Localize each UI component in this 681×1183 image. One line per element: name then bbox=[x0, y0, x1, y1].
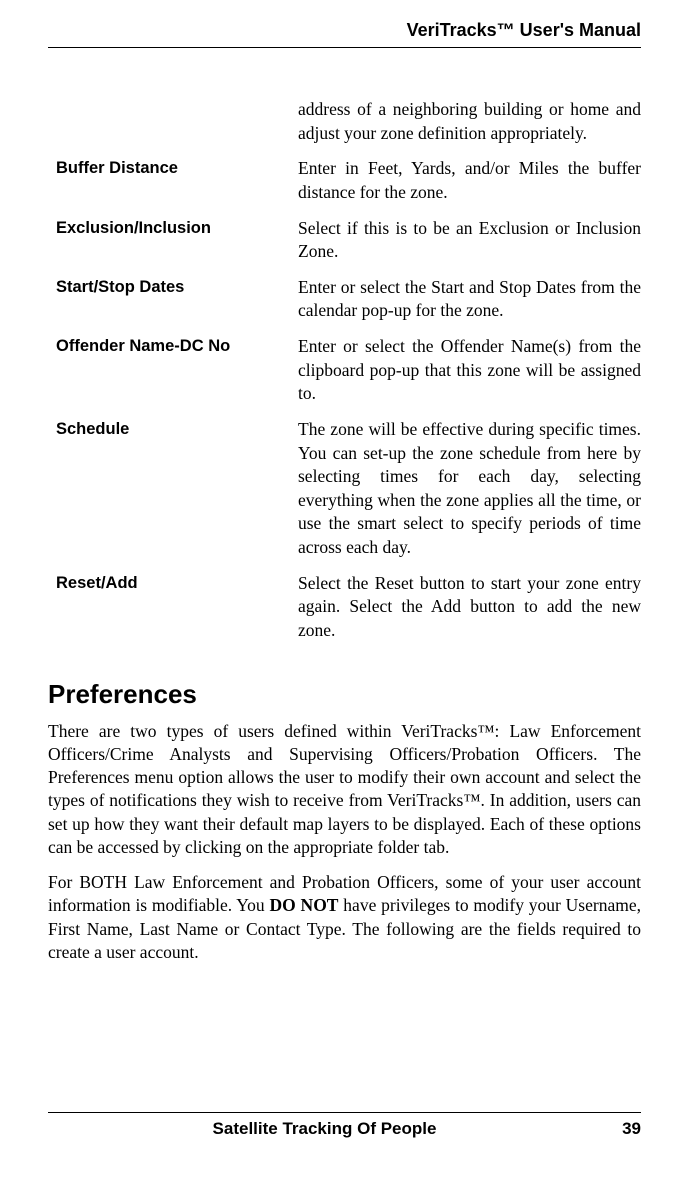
def-desc: Select if this is to be an Exclusion or … bbox=[298, 217, 641, 264]
def-desc: Enter in Feet, Yards, and/or Miles the b… bbox=[298, 157, 641, 204]
definitions-table: address of a neighboring building or hom… bbox=[48, 98, 641, 643]
table-row: Start/Stop Dates Enter or select the Sta… bbox=[48, 276, 641, 323]
def-term: Exclusion/Inclusion bbox=[48, 217, 298, 239]
bold-text: DO NOT bbox=[269, 895, 338, 915]
table-row: Offender Name-DC No Enter or select the … bbox=[48, 335, 641, 406]
def-term: Buffer Distance bbox=[48, 157, 298, 179]
footer-center-text: Satellite Tracking Of People bbox=[48, 1119, 601, 1139]
def-desc: The zone will be effective during specif… bbox=[298, 418, 641, 560]
table-row: Reset/Add Select the Reset button to sta… bbox=[48, 572, 641, 643]
def-desc: Enter or select the Offender Name(s) fro… bbox=[298, 335, 641, 406]
page-header: VeriTracks™ User's Manual bbox=[48, 20, 641, 48]
def-desc: Select the Reset button to start your zo… bbox=[298, 572, 641, 643]
body-paragraph: For BOTH Law Enforcement and Probation O… bbox=[48, 871, 641, 964]
table-row: Exclusion/Inclusion Select if this is to… bbox=[48, 217, 641, 264]
def-term: Schedule bbox=[48, 418, 298, 440]
def-term: Offender Name-DC No bbox=[48, 335, 298, 357]
def-term: Start/Stop Dates bbox=[48, 276, 298, 298]
page-footer: Satellite Tracking Of People 39 bbox=[48, 1112, 641, 1139]
body-paragraph: There are two types of users defined wit… bbox=[48, 720, 641, 860]
def-desc: Enter or select the Start and Stop Dates… bbox=[298, 276, 641, 323]
def-term: Reset/Add bbox=[48, 572, 298, 594]
table-row: Buffer Distance Enter in Feet, Yards, an… bbox=[48, 157, 641, 204]
footer-page-number: 39 bbox=[601, 1119, 641, 1139]
def-desc: address of a neighboring building or hom… bbox=[298, 98, 641, 145]
section-heading-preferences: Preferences bbox=[48, 679, 641, 710]
table-row: address of a neighboring building or hom… bbox=[48, 98, 641, 145]
table-row: Schedule The zone will be effective duri… bbox=[48, 418, 641, 560]
